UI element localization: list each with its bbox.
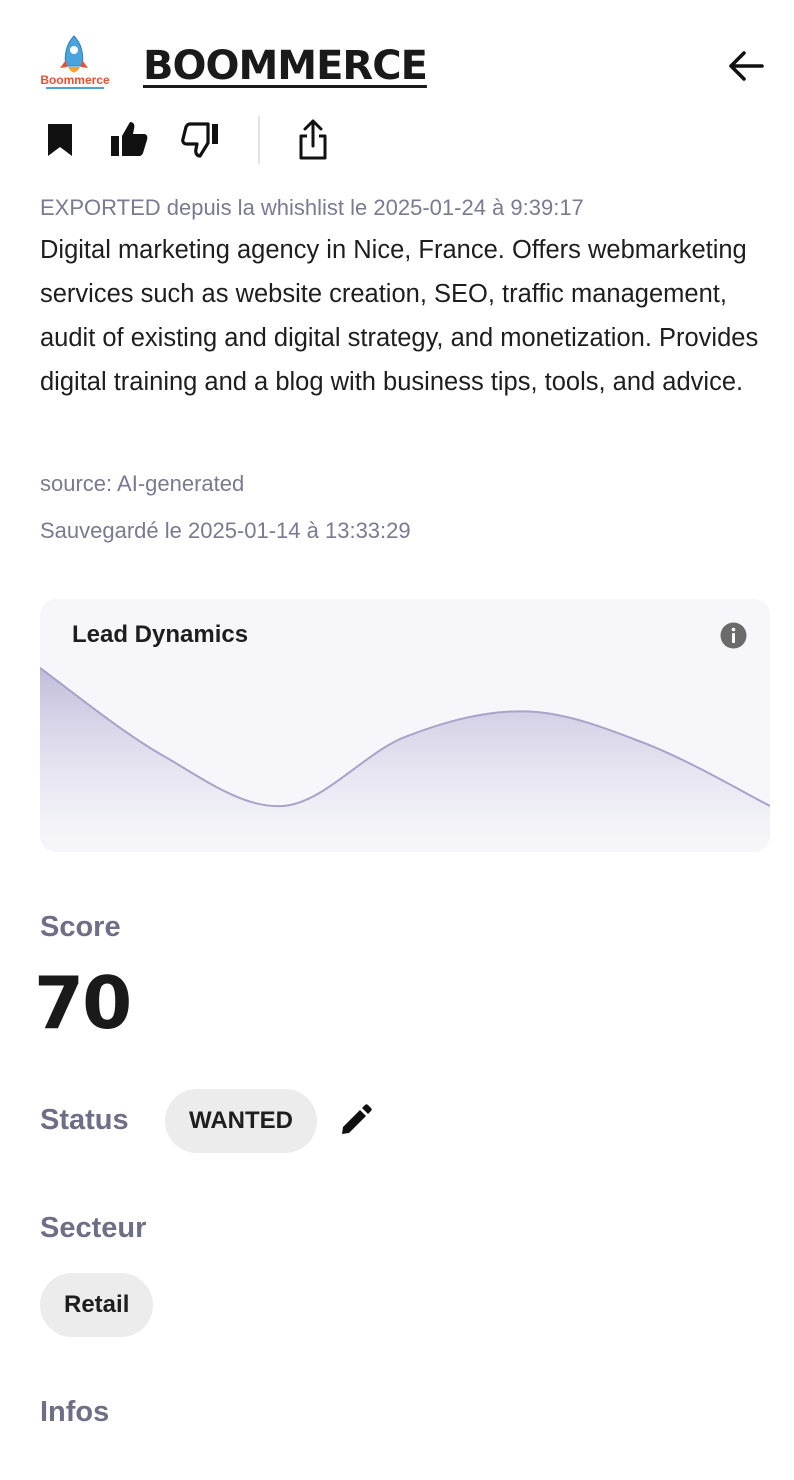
info-icon bbox=[720, 622, 747, 649]
saved-info: Sauvegardé le 2025-01-14 à 13:33:29 bbox=[40, 518, 411, 543]
sector-badge[interactable]: Retail bbox=[40, 1273, 154, 1337]
action-divider bbox=[258, 116, 260, 164]
back-button[interactable] bbox=[724, 44, 768, 88]
company-logo: Boommerce bbox=[40, 34, 110, 96]
share-icon bbox=[299, 119, 327, 160]
company-description: Digital marketing agency in Nice, France… bbox=[40, 236, 759, 396]
chart-info-button[interactable] bbox=[720, 622, 747, 649]
pencil-icon bbox=[342, 1104, 372, 1134]
chart-title: Lead Dynamics bbox=[72, 621, 249, 648]
share-button[interactable] bbox=[292, 116, 336, 164]
like-button[interactable] bbox=[108, 116, 152, 164]
source-info: source: AI-generated bbox=[40, 471, 245, 496]
score-label: Score bbox=[40, 911, 121, 943]
company-name[interactable]: BOOMMERCE bbox=[143, 40, 428, 92]
bookmark-button[interactable] bbox=[40, 116, 84, 164]
chart-area bbox=[40, 667, 770, 852]
dislike-button[interactable] bbox=[180, 116, 224, 164]
status-badge[interactable]: WANTED bbox=[165, 1089, 317, 1153]
edit-status-button[interactable] bbox=[338, 1104, 372, 1138]
thumbs-up-icon bbox=[111, 122, 148, 156]
status-label: Status bbox=[40, 1104, 129, 1136]
rocket-icon: Boommerce bbox=[40, 35, 110, 89]
lead-dynamics-card: Lead Dynamics bbox=[40, 599, 770, 852]
score-value: 70 bbox=[34, 961, 132, 1045]
infos-label: Infos bbox=[40, 1396, 110, 1428]
arrow-left-icon bbox=[729, 51, 764, 81]
thumbs-down-icon bbox=[181, 122, 218, 158]
action-bar bbox=[40, 116, 360, 168]
logo-text: Boommerce bbox=[40, 73, 110, 87]
header: Boommerce BOOMMERCE bbox=[0, 0, 794, 115]
sector-label: Secteur bbox=[40, 1212, 147, 1244]
exported-info: EXPORTED depuis la whishlist le 2025-01-… bbox=[40, 195, 584, 220]
bookmark-icon bbox=[48, 124, 72, 156]
